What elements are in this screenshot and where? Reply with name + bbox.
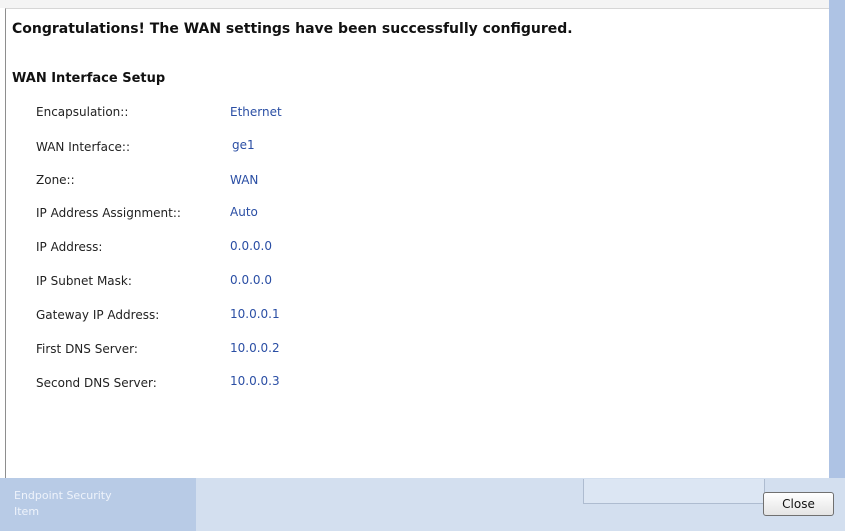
success-message: Congratulations! The WAN settings have b… (12, 21, 573, 37)
ip-address-label: IP Address: (36, 240, 103, 254)
second-dns-value: 10.0.0.3 (230, 374, 280, 388)
gateway-label: Gateway IP Address: (36, 308, 160, 322)
subnet-mask-value: 0.0.0.0 (230, 273, 272, 287)
wan-interface-label: WAN Interface:: (36, 140, 131, 154)
first-dns-label: First DNS Server: (36, 342, 138, 356)
zone-value: WAN (230, 173, 259, 187)
close-button[interactable]: Close (763, 492, 834, 516)
wan-interface-value: ge1 (232, 138, 255, 152)
background-panel (583, 479, 765, 504)
ip-assignment-label: IP Address Assignment:: (36, 206, 181, 220)
encapsulation-value: Ethernet (230, 105, 282, 119)
subnet-mask-label: IP Subnet Mask: (36, 274, 132, 288)
window-top-strip (0, 0, 845, 8)
first-dns-value: 10.0.0.2 (230, 341, 280, 355)
ip-assignment-value: Auto (230, 205, 258, 219)
second-dns-label: Second DNS Server: (36, 376, 157, 390)
encapsulation-label: Encapsulation:: (36, 105, 129, 119)
section-title: WAN Interface Setup (12, 71, 166, 86)
gateway-value: 10.0.0.1 (230, 307, 280, 321)
background-scroll-region (829, 0, 845, 478)
zone-label: Zone:: (36, 173, 75, 187)
background-menu-text: Endpoint Security Item (14, 489, 112, 518)
ip-address-value: 0.0.0.0 (230, 239, 272, 253)
